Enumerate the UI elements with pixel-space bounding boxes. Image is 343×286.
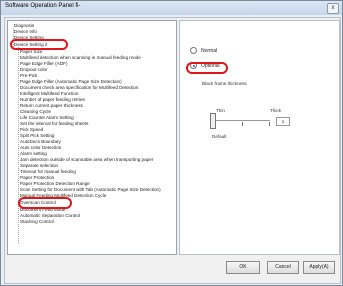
software-operation-panel-window: Software Operation Panel fi- x Diagnosis… <box>0 0 343 286</box>
close-icon[interactable]: x <box>327 3 339 14</box>
slider-tick <box>269 122 270 126</box>
apply-button[interactable]: Apply(A) <box>303 261 335 274</box>
slider-tick <box>242 122 243 126</box>
device-setting-2-highlight <box>10 39 68 50</box>
client-area: Diagnosis Device Info Device Setting Dev… <box>4 17 341 284</box>
normal-option[interactable]: Normal <box>190 47 217 55</box>
tree-item-stacking-control[interactable]: Stacking Control <box>20 219 54 225</box>
tree-line <box>18 47 19 243</box>
slider-thumb[interactable] <box>210 113 216 129</box>
ok-button[interactable]: OK <box>226 261 260 274</box>
thin-label: Thin <box>216 108 225 113</box>
optional-highlight <box>186 62 228 74</box>
default-label: Default <box>212 134 227 139</box>
window-title: Software Operation Panel fi- <box>5 3 81 9</box>
normal-radio[interactable] <box>190 47 197 55</box>
settings-tree[interactable]: Diagnosis Device Info Device Setting Dev… <box>7 20 177 255</box>
title-bar: Software Operation Panel fi- x <box>1 1 342 15</box>
cancel-button[interactable]: Cancel <box>267 261 299 274</box>
slider-track <box>214 120 270 121</box>
normal-label: Normal <box>201 48 218 54</box>
thickness-value: 1 <box>276 117 290 126</box>
settings-panel: Normal Optional Black frame thickness Th… <box>179 20 340 255</box>
thick-label: Thick <box>270 108 281 113</box>
overscan-control-highlight <box>18 197 72 209</box>
black-frame-label: Black frame thickness <box>202 81 247 86</box>
